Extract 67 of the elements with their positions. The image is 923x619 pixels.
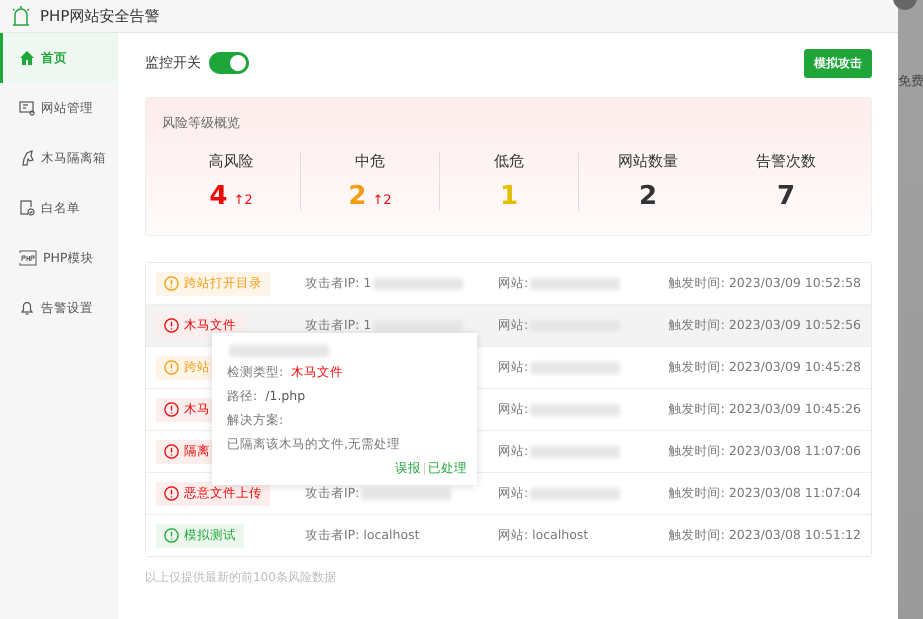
stat-label: 高风险 bbox=[208, 152, 254, 171]
increase-indicator: ↑2 bbox=[372, 193, 392, 208]
monitor-gear-icon bbox=[19, 100, 35, 116]
attacker-ip: 攻击者IP: localhost bbox=[305, 527, 420, 544]
stat-value: 7 bbox=[776, 181, 796, 211]
exclamation-circle-icon bbox=[164, 276, 179, 291]
stat-label: 告警次数 bbox=[756, 152, 816, 171]
detail-value: /1.php bbox=[265, 388, 306, 405]
trigger-time: 触发时间: 2023/03/08 11:07:06 bbox=[668, 443, 861, 460]
website-text: 网站: bbox=[498, 485, 528, 502]
risk-tag: 恶意文件上传 bbox=[156, 482, 270, 506]
trigger-time: 触发时间: 2023/03/09 10:45:26 bbox=[668, 401, 861, 418]
risk-tag: 跨站打开目录 bbox=[156, 272, 270, 296]
php-icon bbox=[19, 250, 37, 266]
detail-label: 检测类型: bbox=[227, 364, 284, 381]
exclamation-circle-icon bbox=[164, 318, 179, 333]
trigger-time: 触发时间: 2023/03/08 10:51:12 bbox=[668, 527, 861, 544]
alert-row[interactable]: 模拟测试 攻击者IP: localhost 网站: localhost 触发时间: 2023/03/08 10:51:12 bbox=[146, 514, 871, 556]
trigger-time: 触发时间: 2023/03/08 11:07:04 bbox=[668, 485, 861, 502]
sidebar-item[interactable]: 告警设置 bbox=[0, 283, 118, 333]
sidebar-item[interactable]: 首页 bbox=[0, 33, 118, 83]
sidebar-item[interactable]: 白名单 bbox=[0, 183, 118, 233]
website-text: 网站: bbox=[498, 275, 528, 292]
alarm-lamp-icon bbox=[10, 5, 32, 27]
home-icon bbox=[19, 50, 35, 66]
exclamation-circle-icon bbox=[164, 402, 179, 417]
footnote: 以上仅提供最新的前100条风险数据 bbox=[145, 569, 337, 586]
bell-icon bbox=[19, 300, 35, 316]
detail-label: 解决方案: bbox=[227, 412, 284, 429]
exclamation-circle-icon bbox=[164, 528, 179, 543]
stat-value: 2 bbox=[348, 181, 366, 211]
website-text: 网站: bbox=[498, 401, 528, 418]
solution-text: 已隔离该木马的文件,无需处理 bbox=[227, 436, 401, 453]
stat-value: 2 bbox=[638, 181, 658, 211]
trigger-time: 触发时间: 2023/03/09 10:45:28 bbox=[668, 359, 861, 376]
website-text: 网站: bbox=[498, 359, 528, 376]
detail-value: 木马文件 bbox=[291, 364, 344, 381]
stat-value: 4 bbox=[209, 181, 228, 211]
background-text: 免费 bbox=[898, 73, 923, 90]
exclamation-circle-icon bbox=[164, 360, 179, 375]
stat-label: 网站数量 bbox=[618, 152, 678, 171]
sidebar-item[interactable]: 木马隔离箱 bbox=[0, 133, 118, 183]
document-check-icon bbox=[19, 200, 35, 216]
risk-tag: 木马文件 bbox=[156, 314, 244, 338]
stat-label: 中危 bbox=[355, 152, 385, 171]
attacker-ip: 攻击者IP: 1 bbox=[305, 317, 372, 334]
increase-indicator: ↑2 bbox=[233, 193, 253, 208]
exclamation-circle-icon bbox=[164, 444, 179, 459]
attacker-ip: 攻击者IP: bbox=[305, 485, 360, 502]
stat-label: 低危 bbox=[494, 152, 524, 171]
detail-label: 路径: bbox=[227, 388, 258, 405]
trigger-time: 触发时间: 2023/03/09 10:52:58 bbox=[668, 275, 861, 292]
attacker-ip: 攻击者IP: 1 bbox=[305, 275, 372, 292]
simulate-attack-button[interactable]: 模拟攻击 bbox=[804, 48, 872, 78]
stat-value: 1 bbox=[500, 181, 518, 211]
sidebar-item[interactable]: 网站管理 bbox=[0, 83, 118, 133]
website-text: 网站: bbox=[498, 317, 528, 334]
switch-label: 监控开关 bbox=[145, 54, 201, 72]
website-text: 网站: localhost bbox=[498, 527, 588, 544]
monitor-toggle[interactable] bbox=[209, 52, 249, 74]
exclamation-circle-icon bbox=[164, 486, 179, 501]
risk-tag: 模拟测试 bbox=[156, 524, 244, 548]
sidebar-item[interactable]: PHP模块 bbox=[0, 233, 118, 283]
trigger-time: 触发时间: 2023/03/09 10:52:56 bbox=[668, 317, 861, 334]
card-title: 风险等级概览 bbox=[162, 116, 240, 131]
window-title: PHP网站安全告警 bbox=[40, 6, 160, 26]
website-text: 网站: bbox=[498, 443, 528, 460]
